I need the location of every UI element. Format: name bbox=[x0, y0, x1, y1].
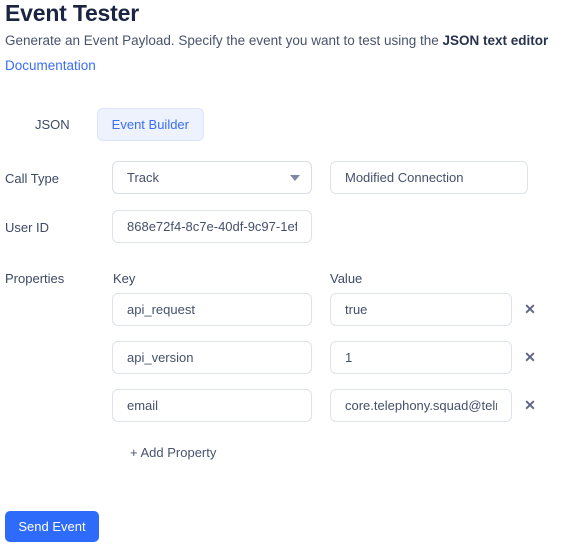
tab-json[interactable]: JSON bbox=[20, 108, 85, 141]
tab-bar: JSON Event Builder bbox=[20, 108, 204, 141]
user-id-label: User ID bbox=[5, 220, 50, 235]
property-key-input[interactable] bbox=[112, 341, 312, 374]
page-title: Event Tester bbox=[5, 0, 139, 26]
property-key-input[interactable] bbox=[112, 293, 312, 326]
property-value-input[interactable] bbox=[330, 293, 512, 326]
call-type-label: Call Type bbox=[5, 171, 59, 186]
subtitle-emphasis: JSON text editor bbox=[442, 33, 549, 48]
remove-property-icon[interactable]: ✕ bbox=[522, 301, 538, 317]
page-subtitle: Generate an Event Payload. Specify the e… bbox=[5, 33, 548, 48]
property-value-input[interactable] bbox=[330, 341, 512, 374]
tab-event-builder[interactable]: Event Builder bbox=[96, 108, 204, 141]
property-key-input[interactable] bbox=[112, 389, 312, 422]
value-column-header: Value bbox=[330, 271, 363, 286]
key-column-header: Key bbox=[113, 271, 136, 286]
event-name-input[interactable] bbox=[330, 161, 528, 194]
remove-property-icon[interactable]: ✕ bbox=[522, 349, 538, 365]
properties-label: Properties bbox=[5, 271, 65, 286]
user-id-input[interactable] bbox=[112, 210, 312, 243]
add-property-button[interactable]: + Add Property bbox=[130, 445, 216, 460]
remove-property-icon[interactable]: ✕ bbox=[522, 397, 538, 413]
documentation-link[interactable]: Documentation bbox=[5, 58, 96, 73]
call-type-select[interactable] bbox=[112, 161, 312, 194]
property-value-input[interactable] bbox=[330, 389, 512, 422]
send-event-button[interactable]: Send Event bbox=[5, 511, 99, 542]
call-type-select-value[interactable] bbox=[112, 161, 312, 194]
subtitle-text: Generate an Event Payload. Specify the e… bbox=[5, 33, 443, 48]
